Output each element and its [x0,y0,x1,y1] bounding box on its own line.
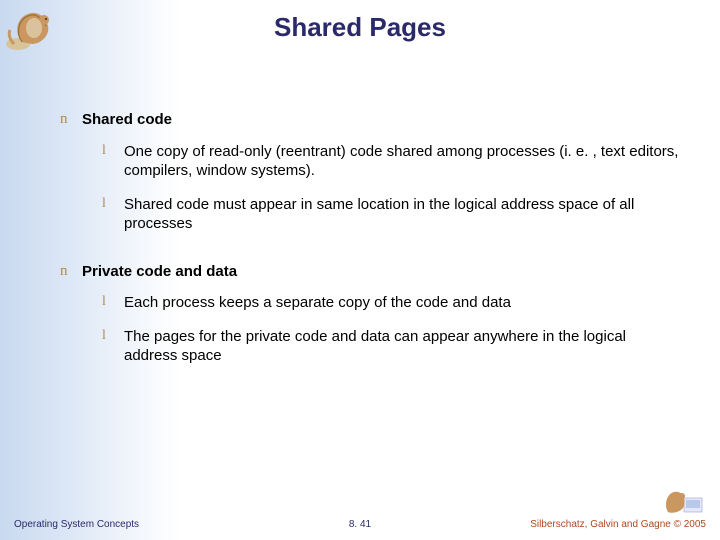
list-item-text: Each process keeps a separate copy of th… [124,293,680,313]
bullet-n-icon: n [60,262,82,282]
slide-footer: Operating System Concepts 8. 41 Silbersc… [0,510,720,530]
bullet-l-icon: l [102,195,124,213]
list-item-text: The pages for the private code and data … [124,327,680,366]
list-item-text: One copy of read-only (reentrant) code s… [124,142,680,181]
bullet-l-icon: l [102,293,124,311]
bullet-l-icon: l [102,142,124,160]
bullet-n-icon: n [60,110,82,130]
list-item: l The pages for the private code and dat… [102,327,680,366]
list-item: l One copy of read-only (reentrant) code… [102,142,680,181]
section-private-code: n Private code and data l Each process k… [60,262,680,366]
slide-title: Shared Pages [0,12,720,43]
list-item: l Each process keeps a separate copy of … [102,293,680,313]
section-label: Private code and data [82,262,237,282]
bullet-l-icon: l [102,327,124,345]
footer-copyright: Silberschatz, Galvin and Gagne © 2005 [530,519,706,530]
list-item: l Shared code must appear in same locati… [102,195,680,234]
slide-content: n Shared code l One copy of read-only (r… [60,110,680,394]
section-label: Shared code [82,110,172,130]
section-shared-code: n Shared code l One copy of read-only (r… [60,110,680,234]
list-item-text: Shared code must appear in same location… [124,195,680,234]
